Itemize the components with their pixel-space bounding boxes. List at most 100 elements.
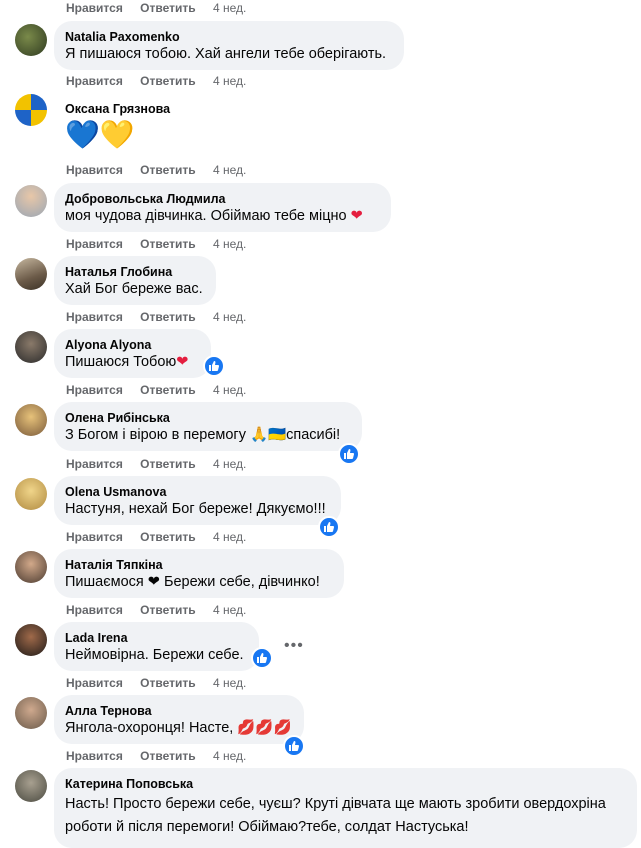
comment-actions: Нравится Ответить 4 нед. <box>66 748 246 764</box>
avatar[interactable] <box>15 404 47 436</box>
comment-text: Я пишаюся тобою. Хай ангели тебе оберіга… <box>65 46 387 62</box>
like-link[interactable]: Нравится <box>66 237 123 251</box>
like-link[interactable]: Нравится <box>66 530 123 544</box>
comment-text-line: роботи й після перемоги! Обіймаю?тебе, с… <box>65 819 469 835</box>
comment-text: Неймовірна. Бережи себе. <box>65 647 244 663</box>
like-link[interactable]: Нравится <box>66 676 123 690</box>
avatar[interactable] <box>15 24 47 56</box>
reply-link[interactable]: Ответить <box>140 237 195 251</box>
like-reaction-badge[interactable] <box>283 735 305 757</box>
timestamp[interactable]: 4 нед. <box>213 457 246 471</box>
comment-author[interactable]: Добровольська Людмила <box>65 191 379 207</box>
comment-author[interactable]: Natalia Paxomenko <box>65 29 392 45</box>
comment-actions: Нравится Ответить 4 нед. <box>66 602 246 618</box>
comment-author[interactable]: Lada Irena <box>65 630 247 646</box>
comment-actions: Нравится Ответить 4 нед. <box>66 529 246 545</box>
comment-text-line: Насть! Просто бережи себе, чуєш? Круті д… <box>65 796 606 812</box>
comment-text: 💙💛 <box>65 119 135 150</box>
reply-link[interactable]: Ответить <box>140 749 195 763</box>
like-link[interactable]: Нравится <box>66 163 123 177</box>
timestamp[interactable]: 4 нед. <box>213 74 246 88</box>
comment-text: Пишаємося ❤ Бережи себе, дівчинко! <box>65 574 320 590</box>
reply-link[interactable]: Ответить <box>140 163 195 177</box>
comment-actions: Нравится Ответить 4 нед. <box>66 456 246 472</box>
comment-bubble: Оксана Грязнова 💙💛 <box>54 93 199 158</box>
comment-bubble: Olena Usmanova Настуня, нехай Бог береже… <box>54 476 341 525</box>
comment-author[interactable]: Олена Рибінська <box>65 410 350 426</box>
thumbs-up-icon <box>289 741 300 751</box>
comment-author[interactable]: Alyona Alyona <box>65 337 199 353</box>
comment-actions: Нравится Ответить 4 нед. <box>66 675 246 691</box>
comment-actions: Нравится Ответить 4 нед. <box>66 309 246 325</box>
comment-text: Янгола-охоронця! Насте, 💋💋💋 <box>65 720 292 736</box>
avatar[interactable] <box>15 478 47 510</box>
avatar[interactable] <box>15 624 47 656</box>
comment-text: Настуня, нехай Бог береже! Дякуємо!!! <box>65 501 326 517</box>
reply-link[interactable]: Ответить <box>140 1 195 15</box>
comment-author[interactable]: Olena Usmanova <box>65 484 329 500</box>
thumbs-up-icon <box>257 653 268 663</box>
like-link[interactable]: Нравится <box>66 603 123 617</box>
timestamp[interactable]: 4 нед. <box>213 676 246 690</box>
reply-link[interactable]: Ответить <box>140 530 195 544</box>
like-link[interactable]: Нравится <box>66 1 123 15</box>
avatar[interactable] <box>15 258 47 290</box>
like-reaction-badge[interactable] <box>338 443 360 465</box>
comment-bubble: Наталья Глобина Хай Бог береже вас. <box>54 256 216 305</box>
reply-link[interactable]: Ответить <box>140 74 195 88</box>
comment-text-body: Пишаюся Тобою <box>65 354 177 370</box>
timestamp[interactable]: 4 нед. <box>213 383 246 397</box>
reply-link[interactable]: Ответить <box>140 676 195 690</box>
comment-bubble: Alyona Alyona Пишаюся Тобою❤ <box>54 329 211 378</box>
timestamp[interactable]: 4 нед. <box>213 310 246 324</box>
comment-actions: Нравится Ответить 4 нед. <box>66 73 246 89</box>
avatar[interactable] <box>15 697 47 729</box>
like-link[interactable]: Нравится <box>66 457 123 471</box>
reply-link[interactable]: Ответить <box>140 457 195 471</box>
comment-author[interactable]: Алла Тернова <box>65 703 292 719</box>
comment-bubble: Катерина Поповська Насть! Просто бережи … <box>54 768 637 848</box>
comment-bubble: Добровольська Людмила моя чудова дівчинк… <box>54 183 391 232</box>
comment-bubble: Lada Irena Неймовірна. Бережи себе. <box>54 622 259 671</box>
reply-link[interactable]: Ответить <box>140 310 195 324</box>
comment-text: З Богом і вірою в перемогу 🙏🇺🇦спасибі! <box>65 427 341 443</box>
avatar[interactable] <box>15 551 47 583</box>
comment-text: Хай Бог береже вас. <box>65 281 203 297</box>
like-reaction-badge[interactable] <box>203 355 225 377</box>
comment-bubble: Алла Тернова Янгола-охоронця! Насте, 💋💋💋 <box>54 695 304 744</box>
heart-icon: ❤ <box>176 354 189 370</box>
comment-actions: Нравится Ответить 4 нед. <box>66 236 246 252</box>
avatar[interactable] <box>15 331 47 363</box>
like-link[interactable]: Нравится <box>66 310 123 324</box>
like-link[interactable]: Нравится <box>66 383 123 397</box>
thumbs-up-icon <box>209 361 220 371</box>
reply-link[interactable]: Ответить <box>140 603 195 617</box>
timestamp[interactable]: 4 нед. <box>213 603 246 617</box>
reply-link[interactable]: Ответить <box>140 383 195 397</box>
timestamp[interactable]: 4 нед. <box>213 163 246 177</box>
comment-actions: Нравится Ответить 4 нед. <box>66 0 246 16</box>
timestamp[interactable]: 4 нед. <box>213 530 246 544</box>
heart-icon: ❤ <box>350 208 363 224</box>
comment-text: Пишаюся Тобою❤ <box>65 353 199 372</box>
avatar[interactable] <box>15 770 47 802</box>
comment-author[interactable]: Наталья Глобина <box>65 264 204 280</box>
comment-actions: Нравится Ответить 4 нед. <box>66 382 246 398</box>
more-options-icon[interactable]: ••• <box>284 637 304 655</box>
thumbs-up-icon <box>324 522 335 532</box>
comment-bubble: Наталія Тяпкіна Пишаємося ❤ Бережи себе,… <box>54 549 344 598</box>
like-link[interactable]: Нравится <box>66 74 123 88</box>
like-reaction-badge[interactable] <box>318 516 340 538</box>
like-reaction-badge[interactable] <box>251 647 273 669</box>
timestamp[interactable]: 4 нед. <box>213 1 246 15</box>
like-link[interactable]: Нравится <box>66 749 123 763</box>
avatar[interactable] <box>15 185 47 217</box>
comment-author[interactable]: Оксана Грязнова <box>65 101 187 117</box>
comment-author[interactable]: Наталія Тяпкіна <box>65 557 332 573</box>
comment-author[interactable]: Катерина Поповська <box>65 776 625 792</box>
timestamp[interactable]: 4 нед. <box>213 237 246 251</box>
timestamp[interactable]: 4 нед. <box>213 749 246 763</box>
comment-text-body: моя чудова дівчинка. Обіймаю тебе міцно <box>65 208 347 224</box>
comment-text: моя чудова дівчинка. Обіймаю тебе міцно … <box>65 207 379 226</box>
avatar[interactable] <box>15 94 47 126</box>
